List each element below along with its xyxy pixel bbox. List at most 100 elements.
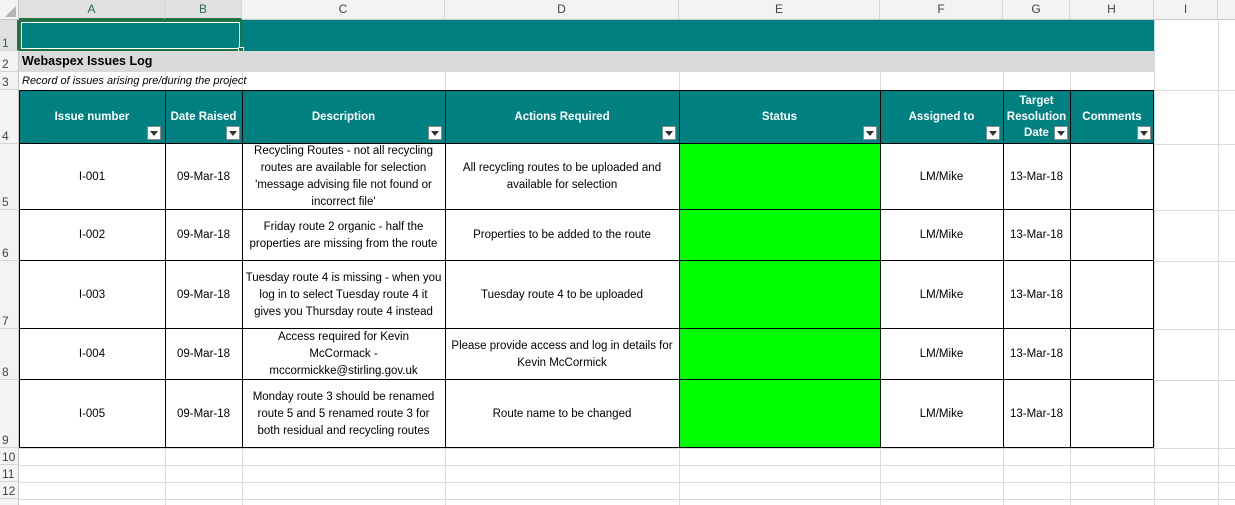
row-header-1[interactable]: 1	[0, 20, 19, 51]
column-header-f[interactable]: F	[880, 0, 1003, 20]
header-label: Date Raised	[170, 111, 237, 123]
cell-date-raised[interactable]: 09-Mar-18	[165, 329, 242, 380]
cell-issue-number[interactable]: I-003	[19, 261, 165, 329]
cell-date-raised[interactable]: 09-Mar-18	[165, 144, 242, 210]
log-title: Webaspex Issues Log	[22, 54, 153, 68]
cell-target-date[interactable]: 13-Mar-18	[1003, 144, 1070, 210]
filter-dropdown-date-raised[interactable]	[226, 126, 240, 140]
gridline	[19, 465, 1235, 466]
cell-target-date[interactable]: 13-Mar-18	[1003, 329, 1070, 380]
cell-comments[interactable]	[1070, 210, 1154, 261]
column-header-a[interactable]: A	[19, 0, 165, 20]
cell-issue-number[interactable]: I-004	[19, 329, 165, 380]
gridline	[1154, 261, 1235, 262]
column-header-b[interactable]: B	[165, 0, 242, 20]
row-header-2[interactable]: 2	[0, 51, 19, 72]
cell-actions-required[interactable]: Route name to be changed	[445, 380, 679, 448]
cell-description[interactable]: Monday route 3 should be renamed route 5…	[242, 380, 445, 448]
gridline	[1154, 380, 1235, 381]
table-border	[19, 379, 1154, 380]
filter-dropdown-status[interactable]	[863, 126, 877, 140]
select-all-triangle-icon	[5, 6, 16, 17]
header-label: Actions Required	[514, 111, 610, 123]
cell-assigned-to[interactable]: LM/Mike	[880, 380, 1003, 448]
active-cell-selection[interactable]	[19, 20, 242, 51]
header-status: Status	[679, 90, 880, 144]
cell-actions-required[interactable]: Tuesday route 4 to be uploaded	[445, 261, 679, 329]
filter-dropdown-actions[interactable]	[662, 126, 676, 140]
row-header-5[interactable]: 5	[0, 144, 19, 210]
row-header-13[interactable]	[0, 499, 19, 505]
gridline	[1218, 20, 1219, 505]
column-header-next[interactable]	[1218, 0, 1235, 20]
spreadsheet-grid[interactable]: A B C D E F G H I 1 2 3 4 5 6 7 8 9 10 1…	[0, 0, 1235, 505]
filter-dropdown-comments[interactable]	[1137, 126, 1151, 140]
cell-description[interactable]: Recycling Routes - not all recycling rou…	[242, 144, 445, 210]
table-border	[1070, 90, 1071, 448]
cell-description[interactable]: Tuesday route 4 is missing - when you lo…	[242, 261, 445, 329]
column-header-d[interactable]: D	[445, 0, 679, 20]
column-header-g[interactable]: G	[1003, 0, 1070, 20]
gridline	[19, 448, 1235, 449]
cell-actions-required[interactable]: All recycling routes to be uploaded and …	[445, 144, 679, 210]
gridline	[1154, 329, 1235, 330]
table-border	[1003, 90, 1004, 448]
cell-actions-required[interactable]: Properties to be added to the route	[445, 210, 679, 261]
column-header-i[interactable]: I	[1154, 0, 1218, 20]
table-border	[880, 90, 881, 448]
row-header-9[interactable]: 9	[0, 380, 19, 448]
cell-issue-number[interactable]: I-002	[19, 210, 165, 261]
row-header-8[interactable]: 8	[0, 329, 19, 380]
table-border	[19, 447, 1154, 448]
cell-date-raised[interactable]: 09-Mar-18	[165, 261, 242, 329]
column-header-e[interactable]: E	[679, 0, 880, 20]
header-label: Status	[761, 111, 798, 123]
cell-target-date[interactable]: 13-Mar-18	[1003, 261, 1070, 329]
row-header-12[interactable]: 12	[0, 482, 19, 499]
header-label: Assigned to	[908, 111, 975, 123]
row-header-6[interactable]: 6	[0, 210, 19, 261]
row-header-3[interactable]: 3	[0, 72, 19, 90]
cell-actions-required[interactable]: Please provide access and log in details…	[445, 329, 679, 380]
cell-assigned-to[interactable]: LM/Mike	[880, 210, 1003, 261]
row-header-7[interactable]: 7	[0, 261, 19, 329]
filter-dropdown-issue-number[interactable]	[147, 126, 161, 140]
header-issue-number: Issue number	[19, 90, 165, 144]
cell-date-raised[interactable]: 09-Mar-18	[165, 380, 242, 448]
gridline	[19, 499, 1235, 500]
row-header-4[interactable]: 4	[0, 90, 19, 144]
header-assigned-to: Assigned to	[880, 90, 1003, 144]
cell-comments[interactable]	[1070, 380, 1154, 448]
cell-issue-number[interactable]: I-001	[19, 144, 165, 210]
gridline	[1154, 210, 1235, 211]
gridline	[19, 482, 1235, 483]
cell-assigned-to[interactable]: LM/Mike	[880, 144, 1003, 210]
filter-dropdown-target-date[interactable]	[1054, 126, 1068, 140]
gridline	[1154, 144, 1235, 145]
table-border	[242, 90, 243, 448]
table-border	[445, 90, 446, 448]
cell-target-date[interactable]: 13-Mar-18	[1003, 210, 1070, 261]
header-description: Description	[242, 90, 445, 144]
row-header-10[interactable]: 10	[0, 448, 19, 465]
log-subtitle: Record of issues arising pre/during the …	[22, 75, 247, 87]
cell-comments[interactable]	[1070, 261, 1154, 329]
cell-comments[interactable]	[1070, 329, 1154, 380]
filter-dropdown-assigned-to[interactable]	[986, 126, 1000, 140]
cell-description[interactable]: Access required for Kevin McCormack - mc…	[242, 329, 445, 380]
row-header-11[interactable]: 11	[0, 465, 19, 482]
column-header-c[interactable]: C	[242, 0, 445, 20]
table-border	[19, 90, 1154, 91]
select-all-corner[interactable]	[0, 0, 19, 20]
cell-date-raised[interactable]: 09-Mar-18	[165, 210, 242, 261]
cell-description[interactable]: Friday route 2 organic - half the proper…	[242, 210, 445, 261]
filter-dropdown-description[interactable]	[428, 126, 442, 140]
cell-assigned-to[interactable]: LM/Mike	[880, 261, 1003, 329]
column-header-h[interactable]: H	[1070, 0, 1154, 20]
cell-issue-number[interactable]: I-005	[19, 380, 165, 448]
cell-target-date[interactable]: 13-Mar-18	[1003, 380, 1070, 448]
cell-comments[interactable]	[1070, 144, 1154, 210]
header-label: Description	[311, 111, 376, 123]
gridline	[1154, 90, 1235, 91]
cell-assigned-to[interactable]: LM/Mike	[880, 329, 1003, 380]
